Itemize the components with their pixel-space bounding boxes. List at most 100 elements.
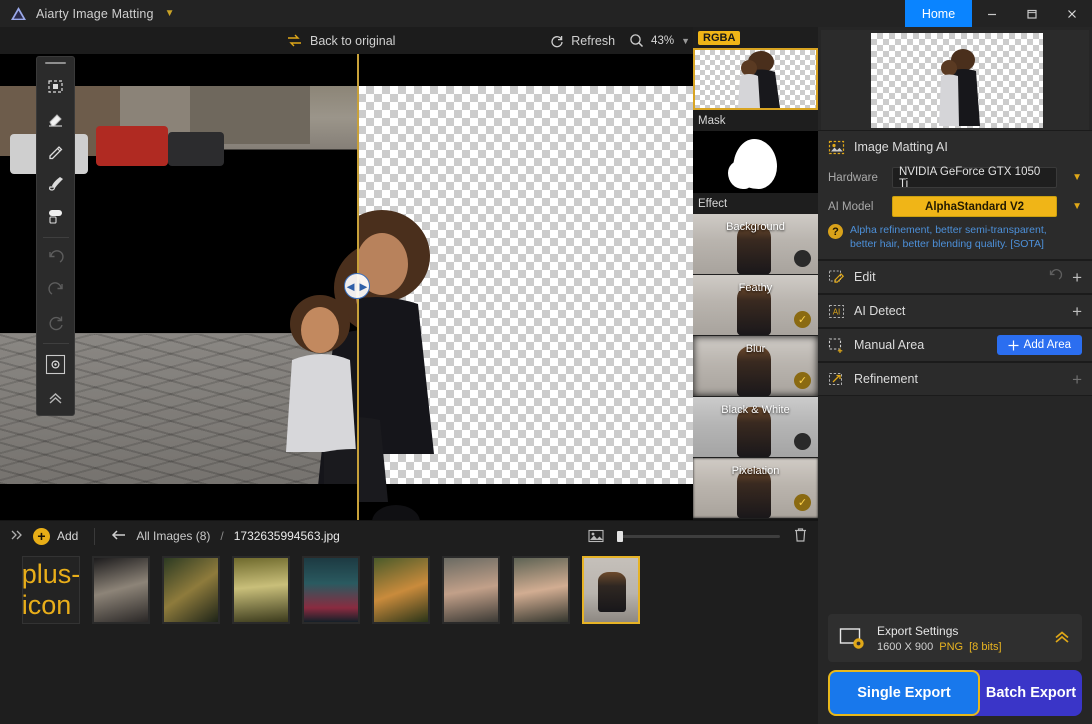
- back-to-original-button[interactable]: Back to original: [287, 34, 395, 48]
- minimize-button[interactable]: [972, 0, 1012, 27]
- canvas-area[interactable]: ◄►: [0, 54, 693, 520]
- fit-to-screen-tool[interactable]: [39, 350, 72, 379]
- refinement-add-button[interactable]: +: [1072, 371, 1082, 388]
- hardware-label: Hardware: [828, 172, 884, 184]
- thumbnail-strip: plus-icon: [0, 551, 818, 623]
- image-size-icon: [588, 529, 604, 543]
- export-settings-detail: 1600 X 900 PNG [8 bits]: [877, 641, 1002, 653]
- chevron-down-icon[interactable]: ▼: [681, 36, 690, 46]
- ai-model-select[interactable]: AlphaStandard V2: [892, 196, 1057, 217]
- maximize-button[interactable]: [1012, 0, 1052, 27]
- edit-undo-icon[interactable]: [1048, 269, 1063, 285]
- list-item[interactable]: [442, 556, 500, 624]
- list-item[interactable]: [512, 556, 570, 624]
- effect-row-blur[interactable]: Blur ✓: [693, 336, 818, 397]
- undo-tool[interactable]: [39, 243, 72, 272]
- batch-export-button[interactable]: Batch Export: [972, 670, 1082, 716]
- chevron-up-icon[interactable]: [1053, 629, 1071, 648]
- list-item[interactable]: [372, 556, 430, 624]
- layers-panel: RGBA Mask Effect Background ✓ Feathy: [693, 27, 818, 520]
- arrow-left-icon[interactable]: [111, 529, 126, 544]
- reset-tool[interactable]: [39, 308, 72, 337]
- close-button[interactable]: [1052, 0, 1092, 27]
- chevron-down-icon[interactable]: ▼: [1072, 172, 1082, 183]
- matting-ai-title: Image Matting AI: [854, 140, 948, 154]
- effect-subject: [737, 285, 771, 336]
- tool-palette-grip[interactable]: [45, 62, 66, 64]
- list-item[interactable]: [232, 556, 290, 624]
- chevrons-icon[interactable]: [10, 529, 23, 544]
- thumbnail-image: [514, 558, 568, 622]
- question-icon[interactable]: ?: [828, 224, 843, 239]
- mask-thumbnail[interactable]: [693, 131, 818, 193]
- thumbnail-image: [94, 558, 148, 622]
- effect-toggle[interactable]: ✓: [794, 250, 811, 267]
- note-line-1: Alpha refinement, better semi-transparen…: [850, 224, 1047, 236]
- edit-add-button[interactable]: +: [1072, 269, 1082, 286]
- tool-divider: [43, 237, 69, 238]
- export-settings-box[interactable]: Export Settings 1600 X 900 PNG [8 bits]: [828, 614, 1082, 662]
- ai-detect-add-button[interactable]: +: [1072, 303, 1082, 320]
- redo-tool[interactable]: [39, 276, 72, 305]
- single-export-button[interactable]: Single Export: [828, 670, 980, 716]
- app-logo-icon: [10, 5, 27, 22]
- matting-ai-section: Image Matting AI Hardware NVIDIA GeForce…: [818, 130, 1092, 260]
- home-button[interactable]: Home: [905, 0, 972, 27]
- chevron-down-icon[interactable]: ▼: [1072, 201, 1082, 212]
- collapse-tools-button[interactable]: [39, 383, 72, 412]
- list-item[interactable]: [302, 556, 360, 624]
- crop-select-tool[interactable]: [39, 72, 72, 101]
- ai-model-note: ? Alpha refinement, better semi-transpar…: [818, 221, 1092, 259]
- split-handle[interactable]: ◄►: [344, 273, 370, 299]
- effect-subject: [737, 224, 771, 275]
- chevron-down-icon[interactable]: ▼: [165, 9, 175, 19]
- rgba-thumbnail[interactable]: [693, 48, 818, 110]
- manual-area-header[interactable]: Manual Area Add Area: [818, 329, 1092, 361]
- refresh-label: Refresh: [571, 34, 615, 48]
- pencil-tool[interactable]: [39, 136, 72, 165]
- edit-label: Edit: [854, 270, 876, 284]
- app-window: Aiarty Image Matting ▼ Home Back to orig…: [0, 0, 1092, 724]
- hardware-select[interactable]: NVIDIA GeForce GTX 1050 Ti: [892, 167, 1057, 188]
- effect-toggle[interactable]: ✓: [794, 311, 811, 328]
- list-item[interactable]: [162, 556, 220, 624]
- effect-toggle[interactable]: ✓: [794, 372, 811, 389]
- result-preview[interactable]: [821, 30, 1089, 130]
- thumbnail-size-slider[interactable]: [617, 535, 780, 538]
- trash-icon[interactable]: [793, 527, 808, 546]
- filmstrip-toolbar-right: [588, 527, 808, 546]
- add-images-button[interactable]: + Add: [33, 528, 78, 545]
- refresh-button[interactable]: Refresh: [550, 34, 615, 48]
- ai-detect-header[interactable]: AI AI Detect +: [818, 295, 1092, 327]
- ai-detect-label: AI Detect: [854, 304, 905, 318]
- manual-area-label: Manual Area: [854, 338, 924, 352]
- zoom-control[interactable]: 43% ▼: [629, 33, 690, 48]
- export-buttons: Single Export Batch Export: [828, 670, 1082, 716]
- export-settings-title: Export Settings: [877, 624, 1002, 638]
- brush-size-tool[interactable]: [39, 201, 72, 230]
- list-item[interactable]: [92, 556, 150, 624]
- mask-header: Mask: [693, 110, 818, 131]
- rgba-label[interactable]: RGBA: [698, 31, 740, 45]
- effect-row-black-and-white[interactable]: Black & White ✓: [693, 397, 818, 458]
- effect-toggle[interactable]: ✓: [794, 494, 811, 511]
- effect-row-background[interactable]: Background ✓: [693, 214, 818, 275]
- effect-row-pixelation[interactable]: Pixelation ✓: [693, 458, 818, 519]
- eraser-tool[interactable]: [39, 104, 72, 133]
- toolbar-divider: [94, 528, 95, 545]
- edit-header[interactable]: Edit +: [818, 261, 1092, 293]
- ai-model-note-text: Alpha refinement, better semi-transparen…: [850, 223, 1047, 251]
- export-dimensions: 1600 X 900: [877, 641, 933, 653]
- add-area-button[interactable]: Add Area: [997, 335, 1082, 355]
- add-thumbnail-tile[interactable]: plus-icon: [22, 556, 80, 624]
- app-title: Aiarty Image Matting: [36, 7, 154, 21]
- effect-subject: [737, 346, 771, 397]
- slider-knob[interactable]: [617, 531, 623, 542]
- effect-row-feathy[interactable]: Feathy ✓: [693, 275, 818, 336]
- refinement-header[interactable]: Refinement +: [818, 363, 1092, 395]
- all-images-link[interactable]: All Images (8): [136, 529, 210, 543]
- ai-model-label: AI Model: [828, 201, 884, 213]
- brush-tool[interactable]: [39, 169, 72, 198]
- list-item-selected[interactable]: [582, 556, 640, 624]
- effect-toggle[interactable]: ✓: [794, 433, 811, 450]
